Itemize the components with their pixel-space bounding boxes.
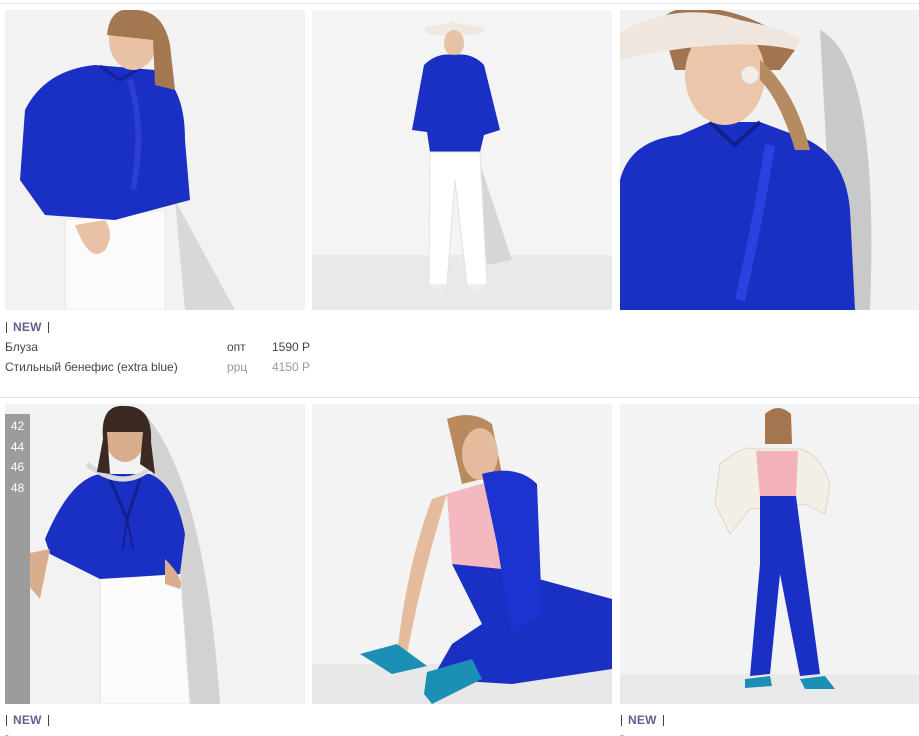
- badge-separator: [47, 714, 49, 726]
- photo-blouse-closeup-image: [620, 10, 919, 310]
- size-option[interactable]: 48: [5, 478, 30, 499]
- photo-top-front-image: [5, 404, 305, 704]
- badge-new-row2-right: NEW: [621, 713, 664, 727]
- badge-new-label: NEW: [13, 713, 42, 727]
- photo-blouse-full-image: [312, 10, 612, 310]
- price-opt-value: 1590 Р: [272, 340, 311, 354]
- badge-separator: [6, 714, 7, 726]
- product-name-placeholder-left: -: [5, 728, 9, 736]
- row-divider: [0, 397, 919, 398]
- product-photo-blouse-front[interactable]: [5, 10, 305, 310]
- price-opt-label: опт: [227, 340, 246, 354]
- badge-separator: [662, 714, 664, 726]
- size-option[interactable]: 44: [5, 437, 30, 458]
- photo-pants-seated-image: [312, 404, 612, 704]
- badge-separator: [6, 321, 7, 333]
- size-option[interactable]: 42: [5, 416, 30, 437]
- product-name[interactable]: Стильный бенефис (extra blue): [5, 357, 178, 377]
- badge-new-row2-left: NEW: [6, 713, 49, 727]
- size-option[interactable]: 46: [5, 457, 30, 478]
- product-photo-blouse-full[interactable]: [312, 10, 612, 310]
- photo-blouse-front-image: [5, 10, 305, 310]
- photo-pants-standing-image: [620, 404, 919, 704]
- product-info-row1: Блуза Стильный бенефис (extra blue) опт …: [5, 337, 310, 379]
- badge-new-label: NEW: [628, 713, 657, 727]
- product-name-placeholder-right: -: [620, 728, 624, 736]
- product-photo-pants-seated[interactable]: [312, 404, 612, 704]
- badge-new-row1: NEW: [6, 320, 49, 334]
- product-photo-blouse-closeup[interactable]: [620, 10, 919, 310]
- price-rrc-label: ррц: [227, 360, 248, 374]
- badge-separator: [47, 321, 49, 333]
- top-divider: [0, 3, 919, 4]
- product-photo-pants-standing[interactable]: [620, 404, 919, 704]
- badge-new-label: NEW: [13, 320, 42, 334]
- price-rrc-value: 4150 Р: [272, 360, 311, 374]
- product-type[interactable]: Блуза: [5, 337, 38, 357]
- product-photo-top-front[interactable]: [5, 404, 305, 704]
- badge-separator: [621, 714, 622, 726]
- size-list: 42 44 46 48: [5, 414, 30, 704]
